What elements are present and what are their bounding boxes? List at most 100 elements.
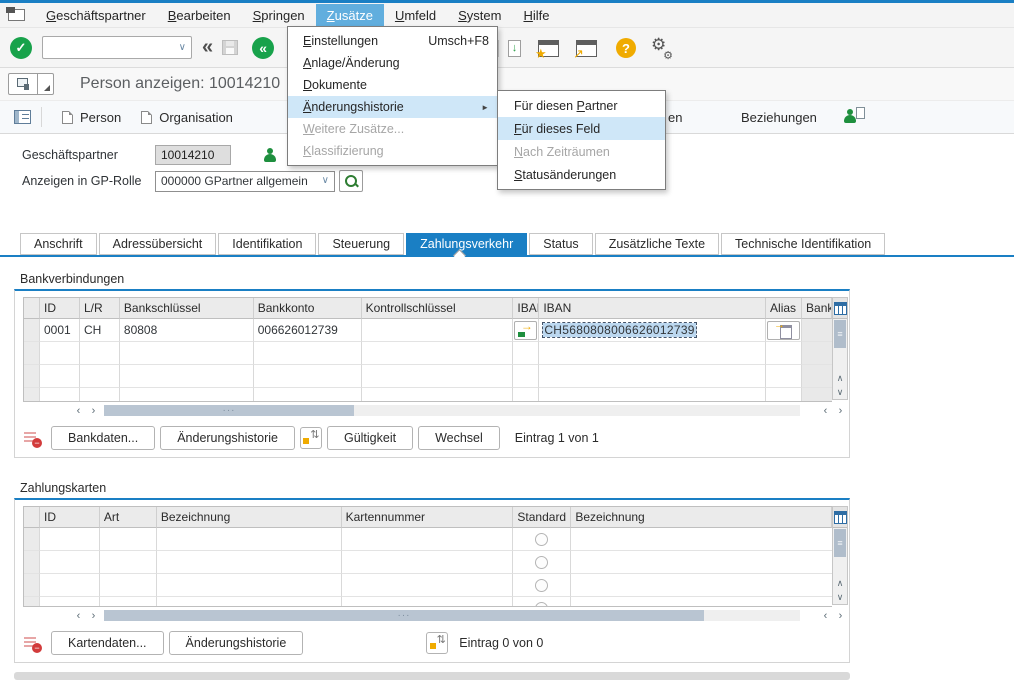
cell-lr[interactable]: CH [80,319,120,342]
horizontal-scroll-thumb[interactable]: ··· [104,610,704,621]
iban-expand-button[interactable] [514,321,537,340]
locator-toggle-icon[interactable] [14,110,31,124]
table-settings-button[interactable] [833,298,847,319]
vertical-scroll-track[interactable] [833,558,847,576]
card-aenderungshistorie-button[interactable]: Änderungshistorie [169,631,304,655]
delete-bank-row-icon[interactable] [23,430,42,447]
col-iban-button[interactable]: IBAN [513,298,539,319]
bank-aenderungshistorie-button[interactable]: Änderungshistorie [160,426,295,450]
select-all-cell[interactable] [24,298,40,319]
tab-adressuebersicht[interactable]: Adressübersicht [99,233,217,255]
cell-kontrollschluessel[interactable] [362,319,514,342]
row-selector[interactable] [24,528,40,551]
help-icon[interactable]: ? [616,38,636,58]
scroll-right-icon[interactable]: › [86,404,101,417]
standard-radio[interactable] [535,602,548,607]
partner-number-field[interactable]: 10014210 [155,145,231,165]
scroll-down-icon[interactable]: ∨ [833,385,847,399]
vertical-scroll-thumb[interactable]: ≡ [834,320,846,348]
move-entry-button[interactable] [300,427,322,449]
col-bezeichnung[interactable]: Bezeichnung [157,507,342,528]
scroll-left-icon[interactable]: ‹ [71,404,86,417]
vertical-scroll-thumb[interactable]: ≡ [834,529,846,557]
switch-partner-icon[interactable] [843,109,865,126]
horizontal-scroll-track[interactable]: ··· [104,610,800,621]
menu-item-einstellungen[interactable]: Einstellungen Umsch+F8 [288,30,497,52]
menu-hilfe[interactable]: Hilfe [512,4,560,27]
row-selector[interactable] [24,342,40,365]
col-bankschluessel[interactable]: Bankschlüssel [120,298,254,319]
kartendaten-button[interactable]: Kartendaten... [51,631,164,655]
row-selector[interactable] [24,319,40,342]
alias-button[interactable] [767,321,800,340]
menu-item-dokumente[interactable]: Dokumente [288,74,497,96]
horizontal-scroll-track[interactable]: ··· [104,405,800,416]
scroll-up-icon[interactable]: ∧ [833,576,847,590]
scroll-left-icon[interactable]: ‹ [71,609,86,622]
row-selector[interactable] [24,551,40,574]
col-art[interactable]: Art [100,507,157,528]
cell-id[interactable]: 0001 [40,319,80,342]
row-selector[interactable] [24,574,40,597]
row-selector[interactable] [24,597,40,606]
col-bezeichnung-2[interactable]: Bezeichnung [571,507,832,528]
chevron-down-icon[interactable]: ∨ [322,176,329,186]
tab-steuerung[interactable]: Steuerung [318,233,404,255]
col-standard[interactable]: Standard [513,507,571,528]
tab-anschrift[interactable]: Anschrift [20,233,97,255]
gui-services-button[interactable] [8,73,38,95]
row-selector[interactable] [24,365,40,388]
scroll-right-icon[interactable]: › [833,404,848,417]
beziehungen-button[interactable]: Beziehungen [731,106,827,129]
horizontal-scroll-thumb[interactable]: ··· [104,405,354,416]
back-button[interactable]: « [252,37,274,59]
tab-zahlungsverkehr[interactable]: Zahlungsverkehr [406,233,527,255]
new-session-icon[interactable]: ★ [538,40,559,57]
menu-springen[interactable]: Springen [242,4,316,27]
customize-layout-icon[interactable]: ⚙⚙ [649,37,671,59]
cell-bankkonto[interactable]: 006626012739 [254,319,362,342]
cell-bankschluessel[interactable]: 80808 [120,319,254,342]
standard-radio[interactable] [535,556,548,569]
col-id[interactable]: ID [40,298,80,319]
command-field[interactable]: ∨ [42,36,192,59]
col-bank-truncated[interactable]: Bank [802,298,832,319]
role-detail-button[interactable] [339,170,363,192]
standard-radio[interactable] [535,533,548,546]
create-person-button[interactable]: Person [52,106,131,129]
role-select[interactable]: 000000 GPartner allgemein ∨ [155,171,335,192]
delete-card-row-icon[interactable] [23,635,42,652]
select-all-cell[interactable] [24,507,40,528]
submenu-item-fuer-diesen-partner[interactable]: Für diesen Partner [498,94,665,117]
previous-page-icon[interactable]: « [202,36,210,59]
submenu-item-fuer-dieses-feld[interactable]: Für dieses Feld [498,117,665,140]
vertical-scroll-track[interactable] [833,349,847,371]
col-bankkonto[interactable]: Bankkonto [254,298,362,319]
scroll-left-icon[interactable]: ‹ [818,609,833,622]
wechsel-button[interactable]: Wechsel [418,426,500,450]
download-icon[interactable]: ↓ [508,40,521,57]
menu-bearbeiten[interactable]: Bearbeiten [157,4,242,27]
move-entry-button[interactable] [426,632,448,654]
table-settings-button[interactable] [833,507,847,528]
col-kontrollschluessel[interactable]: Kontrollschlüssel [362,298,514,319]
col-id[interactable]: ID [40,507,100,528]
create-organisation-button[interactable]: Organisation [131,106,243,129]
tab-identifikation[interactable]: Identifikation [218,233,316,255]
submenu-item-statusaenderungen[interactable]: Statusänderungen [498,163,665,186]
window-menu-icon[interactable] [8,9,25,21]
row-selector[interactable] [24,388,40,401]
menu-system[interactable]: System [447,4,512,27]
tab-zusaetzliche-texte[interactable]: Zusätzliche Texte [595,233,719,255]
enter-button[interactable]: ✓ [10,37,32,59]
menu-zusaetze[interactable]: Zusätze [316,4,384,27]
menu-umfeld[interactable]: Umfeld [384,4,447,27]
tab-status[interactable]: Status [529,233,592,255]
cell-iban[interactable]: CH5680808006626012739 [539,319,766,342]
standard-radio[interactable] [535,579,548,592]
gueltigkeit-button[interactable]: Gültigkeit [327,426,413,450]
menu-item-aenderungshistorie[interactable]: Änderungshistorie ► [288,96,497,118]
col-kartennummer[interactable]: Kartennummer [342,507,514,528]
col-iban[interactable]: IBAN [539,298,766,319]
menu-geschaeftspartner[interactable]: Geschäftspartner [35,4,157,27]
